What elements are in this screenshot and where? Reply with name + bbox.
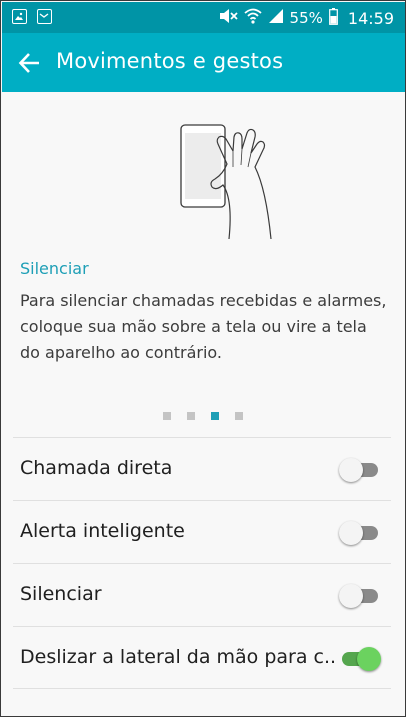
battery-percent: 55% [289,9,323,27]
feature-title: Silenciar [20,259,89,278]
setting-label: Chamada direta [20,457,173,479]
page-dot[interactable] [187,412,195,420]
toggle-switch[interactable] [339,458,381,482]
clock: 14:59 [347,8,394,28]
setting-chamada-direta[interactable]: Chamada direta [13,437,391,500]
switch-thumb [339,458,363,482]
screen: 55% 14:59 Movimentos e gestos Silenciar … [0,0,406,717]
status-bar: 55% 14:59 [2,2,405,33]
feature-description: Para silenciar chamadas recebidas e alar… [20,291,387,362]
signal-icon [268,8,284,28]
wifi-icon [243,7,262,29]
battery-icon [328,7,338,29]
toolbar: Movimentos e gestos [2,33,405,92]
page-dot-active[interactable] [211,412,219,420]
arrow-left-icon [18,53,39,73]
toggle-switch[interactable] [339,647,381,671]
mute-icon [218,7,238,29]
switch-thumb [339,584,363,608]
page-indicator [163,412,243,420]
toggle-switch[interactable] [339,584,381,608]
mail-notification-icon [37,9,52,24]
back-button[interactable] [16,49,44,77]
setting-label: Alerta inteligente [20,520,185,542]
image-notification-icon [12,9,27,24]
toggle-switch[interactable] [339,521,381,545]
system-indicators: 55% 14:59 [218,7,394,29]
gesture-settings-list: Chamada direta Alerta inteligente Silenc… [13,437,391,689]
switch-thumb [357,647,381,671]
palm-over-phone-illustration [171,119,281,244]
setting-label: Silenciar [20,583,102,605]
setting-deslizar-mao[interactable]: Deslizar a lateral da mão para c.. [13,626,391,689]
setting-silenciar[interactable]: Silenciar [13,563,391,626]
page-dot[interactable] [163,412,171,420]
switch-thumb [339,521,363,545]
notification-icons [12,9,52,24]
setting-alerta-inteligente[interactable]: Alerta inteligente [13,500,391,563]
setting-label: Deslizar a lateral da mão para c.. [20,646,337,668]
page-title: Movimentos e gestos [56,49,284,73]
page-dot[interactable] [235,412,243,420]
